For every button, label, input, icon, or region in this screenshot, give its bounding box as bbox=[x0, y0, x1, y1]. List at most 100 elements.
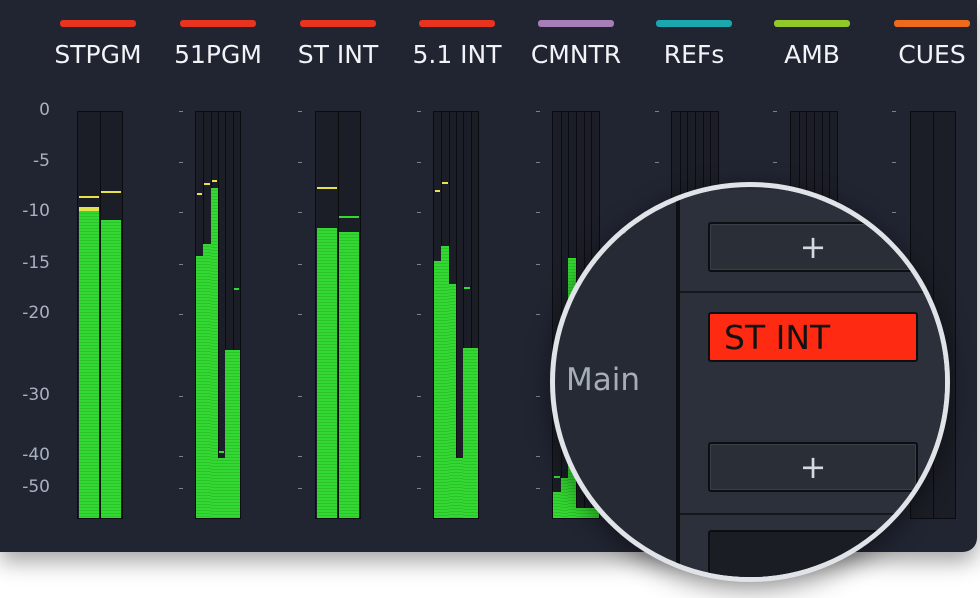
scale-tick bbox=[536, 314, 540, 315]
plus-icon: + bbox=[799, 448, 827, 486]
db-scale-label: -5 bbox=[33, 151, 50, 171]
scale-tick bbox=[536, 111, 540, 112]
meter-fill bbox=[434, 261, 442, 518]
level-meter bbox=[195, 111, 241, 519]
meter-fill bbox=[79, 211, 99, 518]
bus-label: AMB bbox=[784, 40, 840, 69]
peak-hold-marker bbox=[101, 191, 121, 193]
db-scale-label: 0 bbox=[39, 100, 50, 120]
scale-tick bbox=[536, 264, 540, 265]
scale-tick bbox=[417, 162, 421, 163]
peak-hold-marker bbox=[464, 287, 470, 289]
peak-hold-marker bbox=[442, 182, 448, 184]
meter-fill bbox=[196, 256, 204, 518]
bus-slot-empty[interactable] bbox=[708, 530, 938, 577]
meter-fill bbox=[441, 246, 449, 518]
scale-tick bbox=[179, 162, 183, 163]
meter-channel bbox=[470, 112, 478, 518]
bus-label: ST INT bbox=[297, 40, 379, 69]
bus-label: 5.1 INT bbox=[412, 40, 502, 69]
meter-fill bbox=[456, 458, 464, 518]
meter-fill bbox=[218, 458, 226, 518]
meter-channel bbox=[316, 112, 339, 518]
scale-tick bbox=[536, 488, 540, 489]
scale-tick bbox=[536, 162, 540, 163]
bus-label: REFs bbox=[663, 40, 725, 69]
scale-tick bbox=[179, 488, 183, 489]
peak-hold-marker bbox=[197, 193, 203, 195]
scale-tick bbox=[417, 111, 421, 112]
bus-label: CMNTR bbox=[530, 40, 622, 69]
bus-color-strip bbox=[656, 20, 732, 27]
meter-fill bbox=[463, 348, 471, 518]
db-scale-label: -30 bbox=[22, 385, 50, 405]
meter-fill-hold bbox=[79, 207, 99, 211]
meter-channel bbox=[232, 112, 240, 518]
peak-hold-marker bbox=[219, 451, 225, 453]
row-separator bbox=[680, 291, 945, 293]
meter-channel bbox=[78, 112, 101, 518]
scale-tick bbox=[298, 212, 302, 213]
row-separator bbox=[680, 513, 945, 515]
meter-fill bbox=[210, 188, 218, 518]
meter-fill bbox=[448, 284, 456, 518]
bus-label: CUES bbox=[898, 40, 966, 69]
scale-tick bbox=[179, 111, 183, 112]
bus-color-strip bbox=[419, 20, 495, 27]
scale-tick bbox=[417, 456, 421, 457]
scale-tick bbox=[179, 396, 183, 397]
scale-tick bbox=[298, 264, 302, 265]
plus-icon: + bbox=[799, 228, 827, 266]
peak-hold-marker bbox=[211, 180, 217, 182]
scale-tick bbox=[417, 488, 421, 489]
st-int-bus-label: ST INT bbox=[724, 318, 831, 357]
bus-color-strip bbox=[180, 20, 256, 27]
db-scale-label: -10 bbox=[22, 201, 50, 221]
meter-fill bbox=[339, 232, 359, 518]
meter-channel bbox=[338, 112, 360, 518]
add-bus-button-top[interactable]: + bbox=[708, 222, 918, 272]
scale-tick bbox=[536, 396, 540, 397]
meter-fill bbox=[317, 228, 337, 518]
meter-fill bbox=[232, 350, 240, 518]
scale-tick bbox=[179, 212, 183, 213]
scale-tick bbox=[179, 456, 183, 457]
level-meter bbox=[77, 111, 123, 519]
scale-tick bbox=[417, 264, 421, 265]
bus-color-strip bbox=[774, 20, 850, 27]
peak-hold-marker bbox=[435, 190, 441, 192]
scale-tick bbox=[417, 314, 421, 315]
meter-channel bbox=[100, 112, 122, 518]
peak-hold-marker bbox=[233, 288, 239, 290]
scale-tick bbox=[892, 162, 896, 163]
meter-fill bbox=[470, 348, 478, 518]
meter-fill bbox=[101, 220, 121, 518]
partial-label: s bbox=[612, 206, 629, 242]
peak-hold-marker bbox=[339, 216, 359, 218]
bus-color-strip bbox=[300, 20, 376, 27]
add-bus-button-bottom[interactable]: + bbox=[708, 442, 918, 492]
db-scale-label: -15 bbox=[22, 253, 50, 273]
bus-label: 51PGM bbox=[174, 40, 262, 69]
bus-color-strip bbox=[60, 20, 136, 27]
scale-tick bbox=[298, 488, 302, 489]
bus-label: STPGM bbox=[54, 40, 142, 69]
meter-fill bbox=[225, 350, 233, 518]
st-int-bus-button[interactable]: ST INT bbox=[708, 312, 918, 362]
scale-tick bbox=[298, 314, 302, 315]
scale-tick bbox=[655, 162, 659, 163]
scale-tick bbox=[773, 111, 777, 112]
scale-tick bbox=[417, 396, 421, 397]
db-scale-label: -20 bbox=[22, 303, 50, 323]
meter-fill bbox=[203, 244, 211, 518]
scale-tick bbox=[298, 456, 302, 457]
bus-color-strip bbox=[538, 20, 614, 27]
db-scale-label: -50 bbox=[22, 477, 50, 497]
scale-tick bbox=[298, 111, 302, 112]
level-meter bbox=[315, 111, 361, 519]
scale-tick bbox=[179, 314, 183, 315]
scale-tick bbox=[179, 264, 183, 265]
db-scale-label: -40 bbox=[22, 445, 50, 465]
main-section-label: Main bbox=[566, 362, 641, 398]
peak-hold-marker bbox=[79, 196, 99, 198]
